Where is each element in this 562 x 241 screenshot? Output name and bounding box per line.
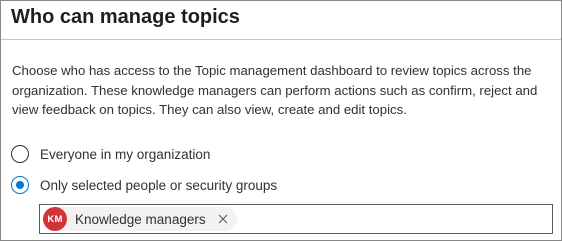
radio-button-selected-people[interactable] xyxy=(11,176,29,194)
close-icon[interactable] xyxy=(217,213,229,225)
panel-description: Choose who has access to the Topic manag… xyxy=(12,63,538,117)
chip-label: Knowledge managers xyxy=(75,211,206,227)
manage-topics-panel: Who can manage topics Choose who has acc… xyxy=(0,0,562,241)
people-picker[interactable]: KM Knowledge managers xyxy=(39,204,553,234)
radio-label-everyone: Everyone in my organization xyxy=(40,146,211,162)
avatar: KM xyxy=(43,207,67,231)
radio-option-everyone[interactable]: Everyone in my organization xyxy=(11,143,210,165)
people-picker-input[interactable] xyxy=(245,208,545,230)
radio-button-everyone[interactable] xyxy=(11,145,29,163)
selected-group-chip[interactable]: KM Knowledge managers xyxy=(43,207,237,231)
title-divider xyxy=(1,39,561,40)
radio-selected-dot xyxy=(16,181,24,189)
close-icon-glyph xyxy=(218,214,227,224)
panel-title: Who can manage topics xyxy=(11,6,240,28)
radio-label-selected-people: Only selected people or security groups xyxy=(40,177,278,193)
radio-option-selected-people[interactable]: Only selected people or security groups xyxy=(11,174,277,196)
